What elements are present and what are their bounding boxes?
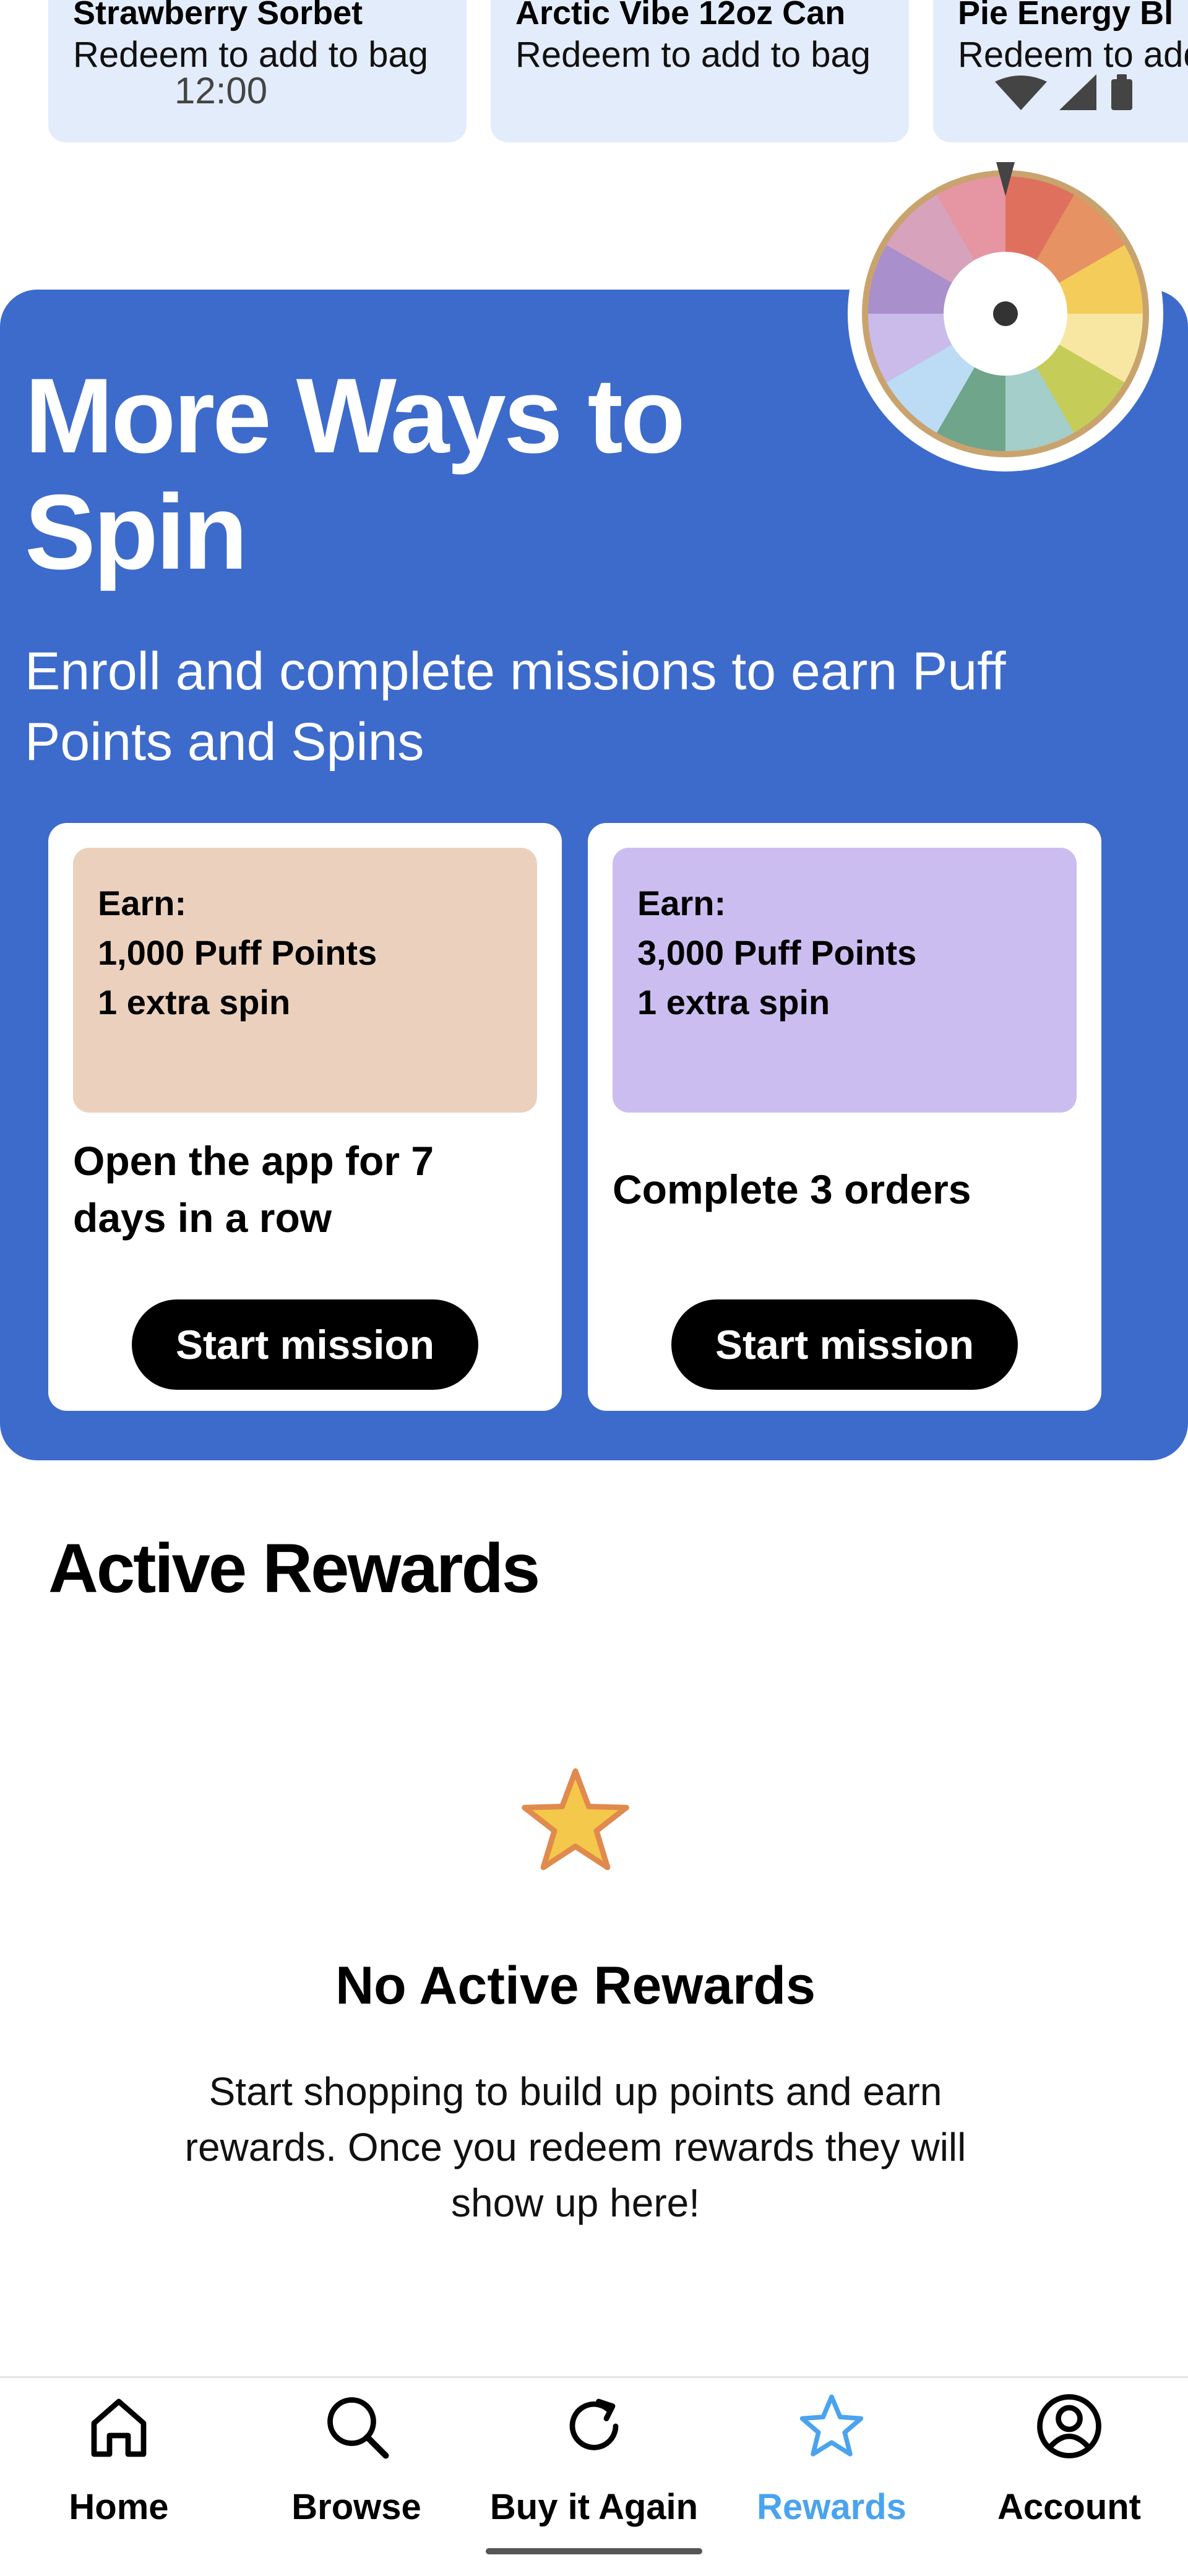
reward-card-name: Pie Energy Bl bbox=[958, 0, 1174, 32]
nav-label: Account bbox=[997, 2487, 1141, 2527]
reward-card[interactable]: Arctic Vibe 12oz Can Redeem to add to ba… bbox=[491, 0, 909, 142]
reward-card[interactable]: Pie Energy Bl Redeem to add bbox=[933, 0, 1188, 142]
mission-card: Earn: 1,000 Puff Points 1 extra spin Ope… bbox=[48, 823, 562, 1411]
banner-title: More Ways to Spin bbox=[25, 356, 686, 592]
spin-wheel-icon bbox=[848, 156, 1163, 472]
nav-buy-it-again[interactable]: Buy it Again bbox=[475, 2378, 713, 2564]
start-mission-button[interactable]: Start mission bbox=[132, 1299, 478, 1390]
earn-label: Earn: bbox=[98, 884, 187, 923]
reward-card-name: Strawberry Sorbet bbox=[73, 0, 363, 32]
banner-subtitle: Enroll and complete missions to earn Puf… bbox=[25, 642, 1006, 772]
nav-account[interactable]: Account bbox=[950, 2378, 1188, 2564]
home-icon bbox=[91, 2398, 147, 2457]
nav-label: Home bbox=[69, 2487, 169, 2527]
search-icon bbox=[327, 2397, 389, 2459]
star-icon bbox=[522, 1768, 629, 1871]
reward-card-action: Redeem to add to bag bbox=[515, 35, 871, 75]
battery-icon bbox=[1111, 79, 1132, 110]
nav-home[interactable]: Home bbox=[0, 2378, 238, 2564]
mission-description: Open the app for 7 days in a row bbox=[73, 1138, 434, 1241]
empty-state-description: Start shopping to build up points and ea… bbox=[184, 2069, 966, 2225]
home-indicator bbox=[486, 2548, 702, 2554]
nav-label: Browse bbox=[291, 2487, 421, 2527]
status-time: 12:00 bbox=[174, 70, 268, 111]
earn-spin: 1 extra spin bbox=[98, 983, 291, 1022]
active-rewards-title: Active Rewards bbox=[48, 1530, 540, 1607]
reward-card-name: Arctic Vibe 12oz Can bbox=[515, 0, 846, 32]
mission-reward-box: Earn: 1,000 Puff Points 1 extra spin bbox=[73, 848, 537, 1113]
nav-label: Rewards bbox=[757, 2487, 906, 2527]
earn-points: 3,000 Puff Points bbox=[637, 933, 917, 972]
wifi-icon bbox=[995, 75, 1047, 110]
bottom-navigation: Home Browse Buy it Again Rewards Account bbox=[0, 2376, 1188, 2576]
earn-label: Earn: bbox=[637, 884, 726, 923]
earn-points: 1,000 Puff Points bbox=[98, 933, 377, 972]
account-icon bbox=[1037, 2394, 1101, 2458]
reward-card-action: Redeem to add bbox=[958, 35, 1188, 75]
nav-rewards[interactable]: Rewards bbox=[713, 2378, 950, 2564]
nav-browse[interactable]: Browse bbox=[238, 2378, 475, 2564]
mission-description: Complete 3 orders bbox=[613, 1166, 971, 1212]
empty-state-title: No Active Rewards bbox=[335, 1956, 816, 2015]
start-mission-button[interactable]: Start mission bbox=[671, 1299, 1018, 1390]
mission-card: Earn: 3,000 Puff Points 1 extra spin Com… bbox=[588, 823, 1101, 1411]
refresh-icon bbox=[569, 2398, 619, 2450]
signal-icon bbox=[1059, 74, 1096, 110]
status-icons bbox=[995, 74, 1132, 110]
mission-reward-box: Earn: 3,000 Puff Points 1 extra spin bbox=[613, 848, 1077, 1113]
nav-label: Buy it Again bbox=[489, 2487, 699, 2527]
earn-spin: 1 extra spin bbox=[637, 983, 830, 1022]
star-icon bbox=[799, 2394, 864, 2457]
